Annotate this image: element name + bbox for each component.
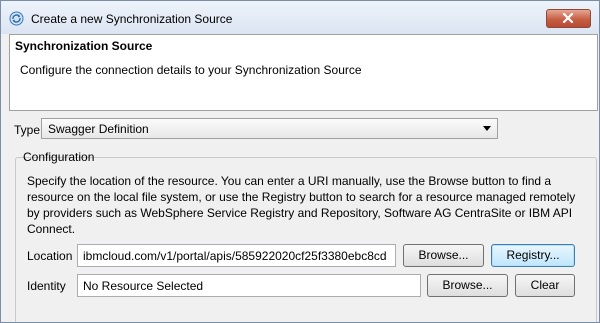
location-value: ibmcloud.com/v1/portal/apis/585922020cf2… [83, 249, 387, 263]
configuration-description: Specify the location of the resource. Yo… [27, 174, 576, 236]
identity-input[interactable]: No Resource Selected [77, 274, 421, 297]
location-label: Location [27, 249, 73, 263]
clear-button[interactable]: Clear [515, 274, 575, 297]
sync-app-icon [9, 11, 24, 26]
close-icon [562, 13, 574, 23]
header-title: Synchronization Source [15, 39, 153, 53]
close-button[interactable] [546, 9, 591, 28]
identity-value: No Resource Selected [83, 279, 204, 293]
window-title: Create a new Synchronization Source [31, 12, 233, 26]
header-description: Configure the connection details to your… [20, 63, 362, 77]
location-input[interactable]: ibmcloud.com/v1/portal/apis/585922020cf2… [77, 244, 396, 267]
configuration-group-label: Configuration [23, 150, 95, 164]
registry-button[interactable]: Registry... [491, 244, 575, 267]
identity-browse-button[interactable]: Browse... [427, 274, 508, 297]
header-panel: Synchronization Source Configure the con… [9, 34, 598, 111]
location-browse-button[interactable]: Browse... [403, 244, 484, 267]
identity-label: Identity [27, 279, 66, 293]
type-label: Type [14, 123, 41, 137]
dialog-window: Create a new Synchronization Source Sync… [0, 0, 600, 323]
title-bar[interactable]: Create a new Synchronization Source [1, 1, 599, 34]
type-selected-value: Swagger Definition [48, 122, 149, 136]
type-dropdown[interactable]: Swagger Definition [41, 118, 498, 139]
chevron-down-icon [483, 126, 491, 131]
